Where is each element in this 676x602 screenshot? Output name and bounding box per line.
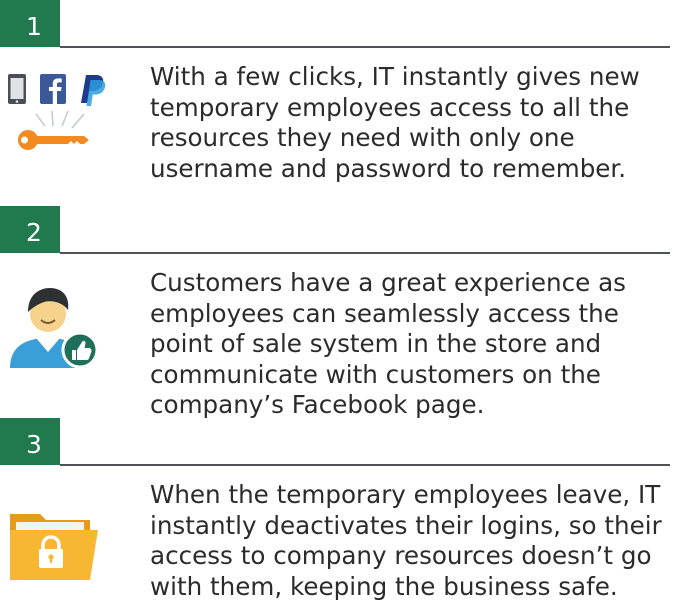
paypal-icon xyxy=(81,75,106,106)
locked-folder-icon xyxy=(10,514,98,580)
step-number: 1 xyxy=(26,12,42,41)
thumbs-up-icon xyxy=(61,331,99,369)
facebook-icon xyxy=(40,74,66,104)
step-description: Customers have a great experience as emp… xyxy=(150,268,626,419)
step-number-badge: 1 xyxy=(0,0,60,47)
user-thumbs-up-icon xyxy=(10,288,99,369)
key-icon xyxy=(18,130,89,150)
step-number: 3 xyxy=(26,430,42,459)
devices-key-icon xyxy=(8,74,106,150)
divider xyxy=(60,464,670,466)
step-number: 2 xyxy=(26,218,42,247)
step-number-badge: 3 xyxy=(0,418,60,465)
divider xyxy=(60,252,670,254)
step-description: With a few clicks, IT instantly gives ne… xyxy=(150,62,640,183)
signal-lines xyxy=(35,110,85,129)
phone-icon xyxy=(8,74,26,104)
step-description: When the temporary employees leave, IT i… xyxy=(150,480,662,601)
step-number-badge: 2 xyxy=(0,206,60,253)
divider xyxy=(60,46,670,48)
